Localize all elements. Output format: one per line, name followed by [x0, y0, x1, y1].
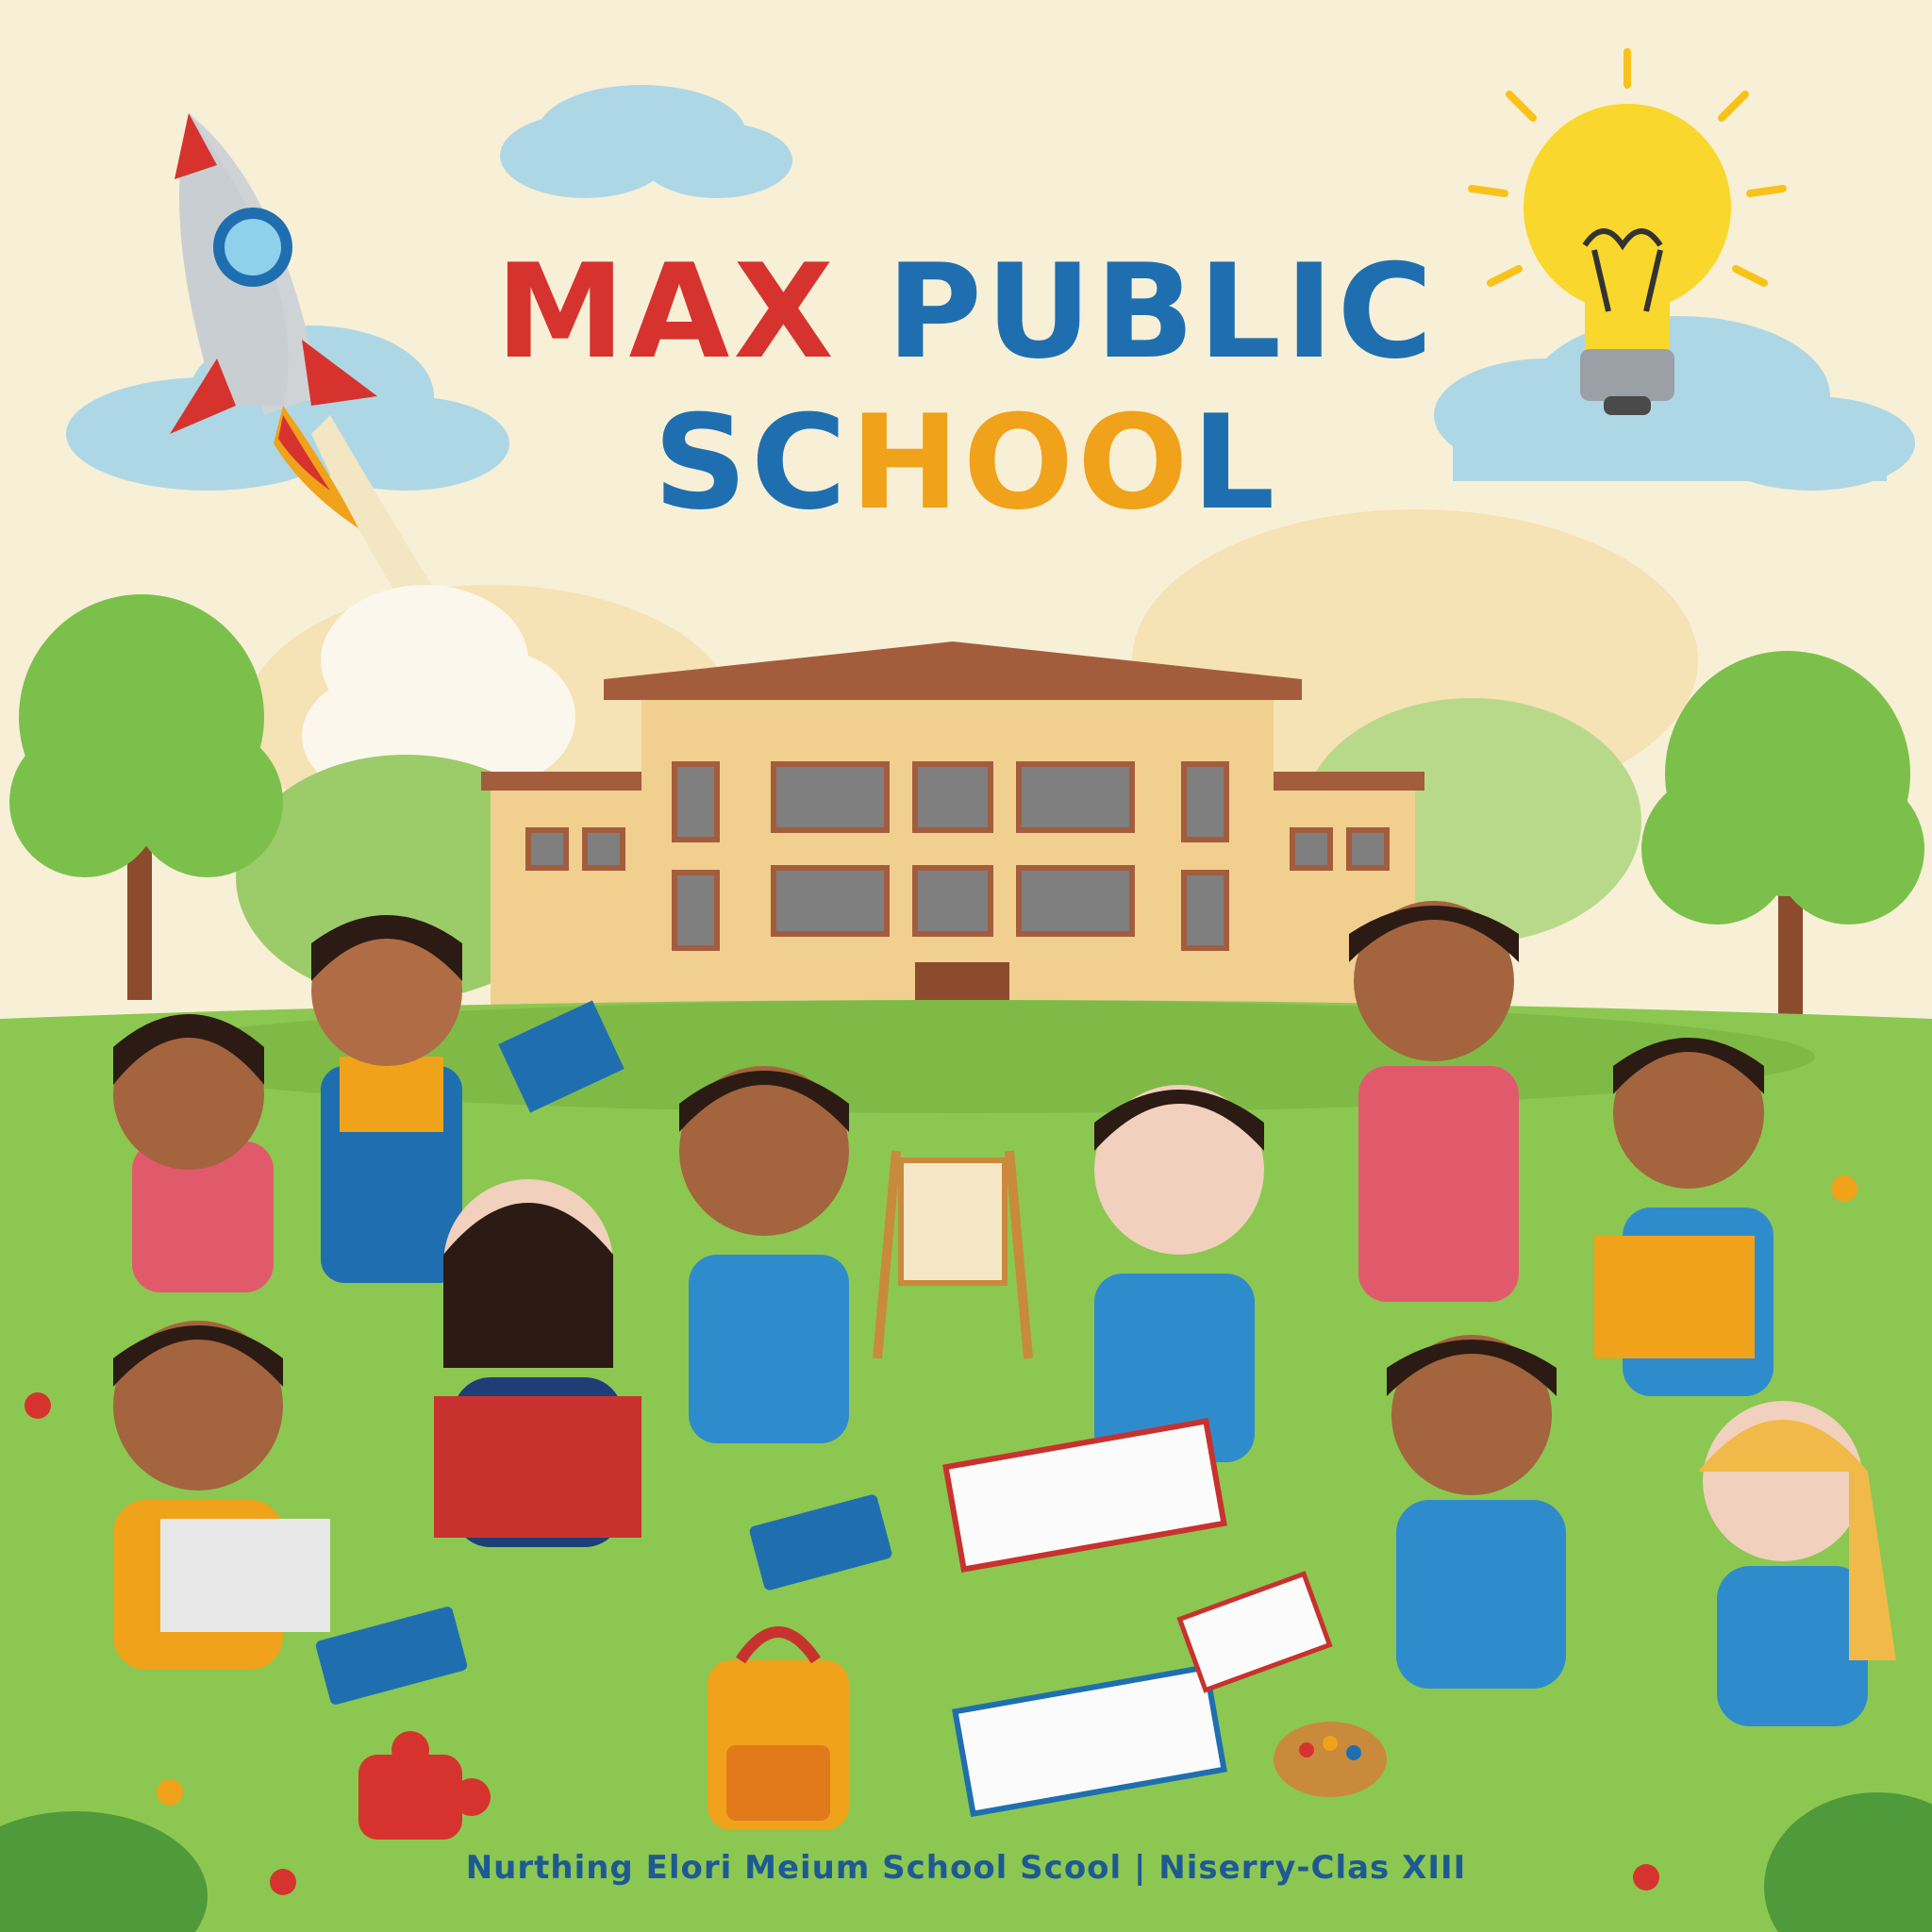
school-title-line-1: MAX PUBLIC [0, 247, 1932, 377]
footer-tagline: Nurthing Elori Meium School Scool | Nise… [465, 1849, 1467, 1887]
title-word-school-part1: SC [653, 387, 851, 539]
child-figure [311, 915, 462, 1283]
child-figure [1349, 901, 1519, 1302]
child-figure [1387, 1335, 1566, 1689]
title-word-public: PUBLIC [886, 236, 1437, 388]
title-word-school-part2: HOO [850, 387, 1192, 539]
school-title-line-2: SCHOOL [0, 398, 1932, 528]
title-word-school-part3: L [1191, 387, 1279, 539]
title-word-max: MAX [495, 236, 838, 388]
poster: MAX PUBLIC SCHOOL Nurthing Elori Meium S… [0, 0, 1932, 1932]
backpack-icon [708, 1626, 849, 1830]
paint-palette-icon [1274, 1722, 1387, 1797]
